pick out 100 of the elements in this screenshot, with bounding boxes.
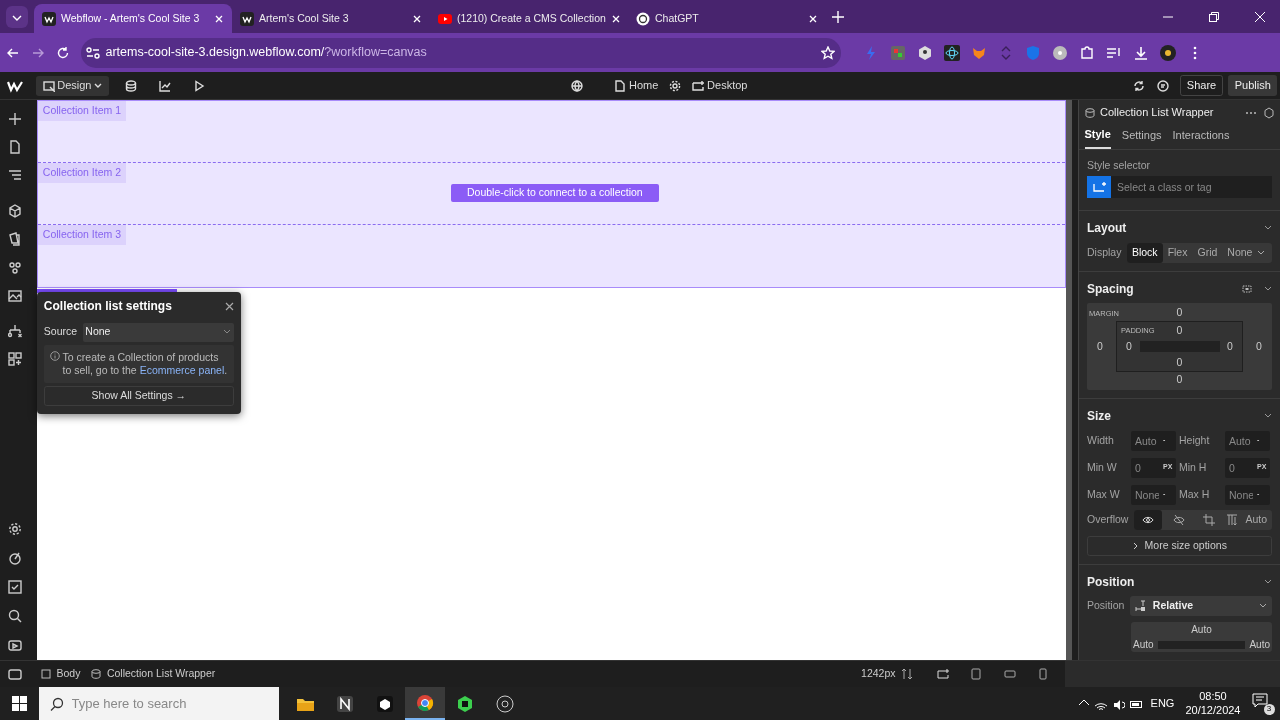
globe-icon[interactable] bbox=[571, 79, 584, 92]
size-field[interactable]: 0 bbox=[1225, 457, 1257, 478]
caret-icon[interactable] bbox=[1257, 248, 1266, 257]
chart-icon[interactable] bbox=[159, 79, 172, 92]
audit-icon[interactable] bbox=[7, 551, 22, 565]
breakpoint-button[interactable]: Desktop bbox=[692, 77, 748, 94]
resize-icon[interactable] bbox=[901, 668, 913, 680]
record-app-icon[interactable] bbox=[495, 694, 514, 713]
display-option[interactable]: Flex bbox=[1162, 242, 1193, 263]
collection-item[interactable]: Collection Item 2 Double-click to connect to a collection bbox=[37, 163, 1066, 225]
close-icon[interactable] bbox=[224, 301, 234, 311]
image-icon[interactable] bbox=[7, 288, 22, 302]
offset-value[interactable]: Auto bbox=[1133, 637, 1154, 652]
clock[interactable]: 08:50 20/12/2024 bbox=[1185, 689, 1241, 718]
landscape-phone-icon[interactable] bbox=[1003, 668, 1016, 680]
page-button[interactable]: Home bbox=[614, 77, 659, 94]
puzzle-icon[interactable] bbox=[1078, 44, 1095, 61]
database-icon[interactable] bbox=[125, 79, 138, 92]
more-options-button[interactable]: More size options bbox=[1087, 535, 1272, 556]
close-icon[interactable] bbox=[610, 13, 621, 24]
panel-tab[interactable]: Interactions bbox=[1172, 125, 1230, 149]
browser-tab[interactable]: Webflow - Artem's Cool Site 3 bbox=[34, 4, 232, 33]
offset-value[interactable]: Auto bbox=[1191, 622, 1212, 637]
sync-icon[interactable] bbox=[1133, 79, 1146, 92]
comment-icon[interactable] bbox=[1156, 79, 1169, 92]
star-icon[interactable] bbox=[821, 45, 835, 60]
padding-value[interactable]: 0 bbox=[1126, 338, 1132, 355]
overflow-option[interactable] bbox=[1133, 510, 1162, 530]
notion-n-icon[interactable] bbox=[335, 694, 354, 713]
play-icon[interactable] bbox=[193, 79, 206, 92]
search-icon[interactable] bbox=[7, 609, 22, 623]
phone-icon[interactable] bbox=[1037, 668, 1049, 680]
new-tab-icon[interactable] bbox=[831, 10, 844, 23]
apps-icon[interactable] bbox=[7, 352, 22, 366]
canvas[interactable] bbox=[36, 100, 1067, 660]
windows-logo-icon[interactable] bbox=[12, 696, 27, 711]
margin-value[interactable]: 0 bbox=[1256, 338, 1262, 355]
offset-value[interactable]: Auto bbox=[1249, 637, 1270, 652]
margin-value[interactable]: 0 bbox=[1176, 305, 1183, 321]
music-disc-icon[interactable] bbox=[1051, 44, 1068, 61]
breadcrumb-item[interactable]: Body bbox=[41, 666, 81, 682]
chrome-icon[interactable] bbox=[415, 693, 434, 712]
page-icon[interactable] bbox=[7, 140, 22, 154]
chevron-icon[interactable] bbox=[1264, 284, 1272, 293]
tab-list-icon[interactable] bbox=[6, 5, 28, 28]
margin-value[interactable]: 0 bbox=[1176, 372, 1183, 388]
panel-tab[interactable]: Settings bbox=[1121, 125, 1162, 149]
reload-icon[interactable] bbox=[55, 45, 70, 60]
breadcrumb-item[interactable]: Collection List Wrapper bbox=[91, 666, 216, 682]
gear-icon[interactable] bbox=[669, 79, 682, 92]
desktop-star-icon[interactable] bbox=[936, 668, 949, 680]
restore-icon[interactable] bbox=[1209, 11, 1219, 22]
tablet-icon[interactable] bbox=[970, 668, 982, 680]
display-option[interactable]: Block bbox=[1126, 242, 1163, 263]
avatar-icon[interactable] bbox=[1159, 44, 1176, 61]
language-indicator[interactable]: ENG bbox=[1150, 695, 1175, 712]
columns-arrow-icon[interactable] bbox=[1225, 514, 1238, 526]
chevron-icon[interactable] bbox=[1264, 577, 1272, 586]
search-bar[interactable]: Type here to search bbox=[39, 687, 279, 720]
video-icon[interactable] bbox=[8, 667, 22, 681]
checkbox-icon[interactable] bbox=[7, 580, 22, 594]
browser-tab[interactable]: (1210) Create a CMS Collection bbox=[430, 4, 628, 33]
add-icon[interactable] bbox=[7, 112, 22, 126]
display-option[interactable]: Grid bbox=[1192, 242, 1223, 263]
padding-value[interactable]: 0 bbox=[1176, 354, 1183, 371]
publish-button[interactable]: Publish bbox=[1228, 75, 1278, 96]
show-all-settings-button[interactable]: Show All Settings → bbox=[43, 385, 234, 406]
hierarchy-icon[interactable] bbox=[7, 324, 22, 338]
gear-icon[interactable] bbox=[7, 522, 22, 536]
class-tag-icon[interactable] bbox=[1087, 176, 1111, 199]
site-settings-icon[interactable] bbox=[86, 45, 100, 60]
hexagon-app-icon[interactable] bbox=[455, 694, 474, 713]
size-field[interactable]: 0 bbox=[1131, 457, 1163, 478]
margin-value[interactable]: 0 bbox=[1097, 338, 1103, 355]
connect-hint-button[interactable]: Double-click to connect to a collection bbox=[450, 184, 659, 202]
video-icon[interactable] bbox=[7, 638, 22, 652]
navigator-icon[interactable] bbox=[7, 168, 22, 182]
search-field[interactable]: Type here to search bbox=[69, 692, 250, 715]
padding-value[interactable]: 0 bbox=[1176, 323, 1183, 339]
download-icon[interactable] bbox=[1132, 44, 1149, 61]
design-mode-button[interactable]: Design bbox=[36, 75, 109, 96]
share-button[interactable]: Share bbox=[1180, 75, 1223, 96]
swatch-icon[interactable] bbox=[7, 232, 22, 246]
padding-value[interactable]: 0 bbox=[1227, 338, 1233, 355]
display-option[interactable]: None bbox=[1222, 242, 1258, 263]
browser-tab[interactable]: Artem's Cool Site 3 bbox=[232, 4, 430, 33]
style-selector-field[interactable]: Select a class or tag bbox=[1111, 176, 1272, 199]
chevron-icon[interactable] bbox=[1264, 412, 1272, 420]
spacing-preset-icon[interactable] bbox=[1241, 283, 1253, 294]
source-dropdown[interactable]: None bbox=[82, 322, 234, 342]
size-field[interactable]: Auto bbox=[1225, 430, 1257, 451]
address-bar[interactable]: artems-cool-site-3.design.webflow.com/?workflow=canvas bbox=[80, 37, 841, 68]
component-icon[interactable] bbox=[1262, 106, 1275, 119]
size-field[interactable]: None bbox=[1225, 484, 1257, 505]
size-field[interactable]: None bbox=[1131, 484, 1163, 505]
atom-icon[interactable] bbox=[943, 44, 960, 61]
position-dropdown[interactable]: Relative bbox=[1129, 596, 1272, 616]
drops-icon[interactable] bbox=[7, 260, 22, 274]
notification-button[interactable]: 3 bbox=[1251, 692, 1275, 715]
size-field[interactable]: Auto bbox=[1131, 430, 1163, 451]
